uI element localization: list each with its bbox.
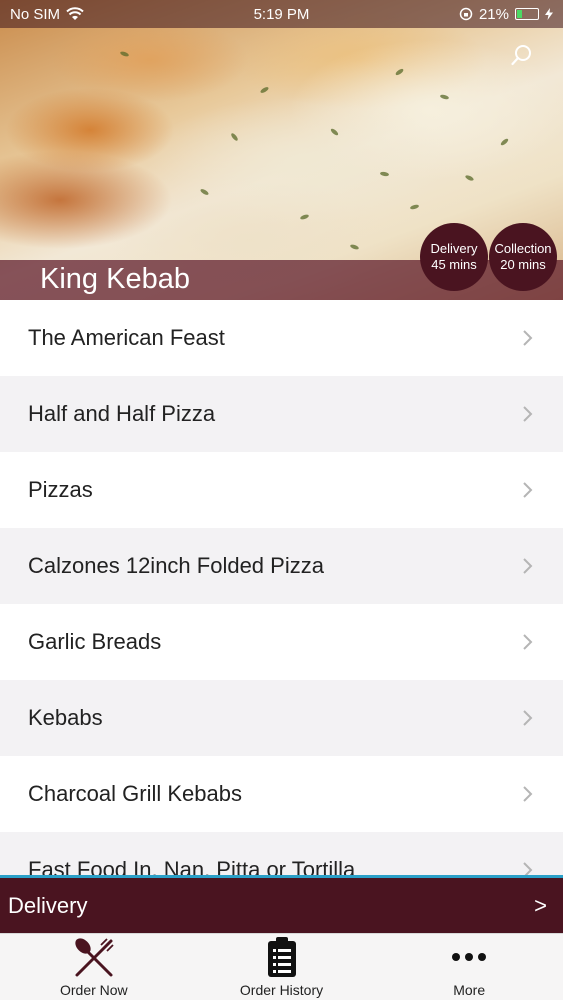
menu-category-label: The American Feast <box>28 325 225 350</box>
menu-category-label: Fast Food In, Nan, Pitta or Tortilla <box>28 857 356 875</box>
tab-order-now[interactable]: Order Now <box>0 934 188 1000</box>
menu-category-label: Calzones 12inch Folded Pizza <box>28 553 324 578</box>
wifi-icon <box>66 7 84 20</box>
menu-category-item[interactable]: Fast Food In, Nan, Pitta or Tortilla <box>0 832 563 875</box>
chevron-right-icon <box>523 786 533 802</box>
lock-rotation-icon <box>459 7 473 21</box>
status-time: 5:19 PM <box>253 5 310 23</box>
menu-category-label: Pizzas <box>28 477 93 502</box>
tab-order-history[interactable]: Order History <box>188 934 376 1000</box>
menu-category-item[interactable]: Kebabs <box>0 680 563 756</box>
menu-category-label: Charcoal Grill Kebabs <box>28 781 242 806</box>
order-mode-bar[interactable]: Delivery > <box>0 875 563 933</box>
delivery-time-badge: Delivery 45 mins <box>420 223 488 291</box>
menu-category-item[interactable]: The American Feast <box>0 300 563 376</box>
tab-order-now-label: Order Now <box>59 982 128 998</box>
battery-icon <box>515 8 539 20</box>
chevron-right-icon <box>523 862 533 875</box>
menu-category-item[interactable]: Pizzas <box>0 452 563 528</box>
order-mode-arrow: > <box>534 892 547 918</box>
fork-knife-icon <box>75 938 114 977</box>
collection-time-badge: Collection 20 mins <box>489 223 557 291</box>
chevron-right-icon <box>523 710 533 726</box>
menu-category-item[interactable]: Calzones 12inch Folded Pizza <box>0 528 563 604</box>
more-dots-icon <box>452 953 487 961</box>
chevron-right-icon <box>523 330 533 346</box>
status-bar: No SIM 5:19 PM 21% <box>0 0 563 28</box>
chevron-right-icon <box>523 634 533 650</box>
carrier-label: No SIM <box>10 5 61 23</box>
chevron-right-icon <box>523 406 533 422</box>
delivery-badge-time: 45 mins <box>431 257 477 272</box>
menu-category-list: The American Feast Half and Half Pizza P… <box>0 300 563 875</box>
menu-category-label: Half and Half Pizza <box>28 401 216 426</box>
search-icon[interactable] <box>511 44 533 66</box>
tab-more-label: More <box>453 982 486 998</box>
menu-category-label: Kebabs <box>28 705 103 730</box>
tab-order-history-label: Order History <box>239 982 324 998</box>
menu-category-item[interactable]: Garlic Breads <box>0 604 563 680</box>
chevron-right-icon <box>523 482 533 498</box>
menu-category-item[interactable]: Charcoal Grill Kebabs <box>0 756 563 832</box>
charging-icon <box>545 8 553 20</box>
chevron-right-icon <box>523 558 533 574</box>
order-mode-label: Delivery <box>8 892 88 918</box>
restaurant-name: King Kebab <box>40 263 190 295</box>
battery-percent: 21% <box>478 5 509 23</box>
collection-badge-label: Collection <box>494 241 552 256</box>
tab-more[interactable]: More <box>375 934 563 1000</box>
delivery-badge-label: Delivery <box>430 241 478 256</box>
bottom-tab-bar: Order Now Order History More <box>0 933 563 1000</box>
clipboard-list-icon <box>267 937 296 977</box>
collection-badge-time: 20 mins <box>500 257 546 272</box>
menu-category-item[interactable]: Half and Half Pizza <box>0 376 563 452</box>
menu-category-label: Garlic Breads <box>28 629 162 654</box>
